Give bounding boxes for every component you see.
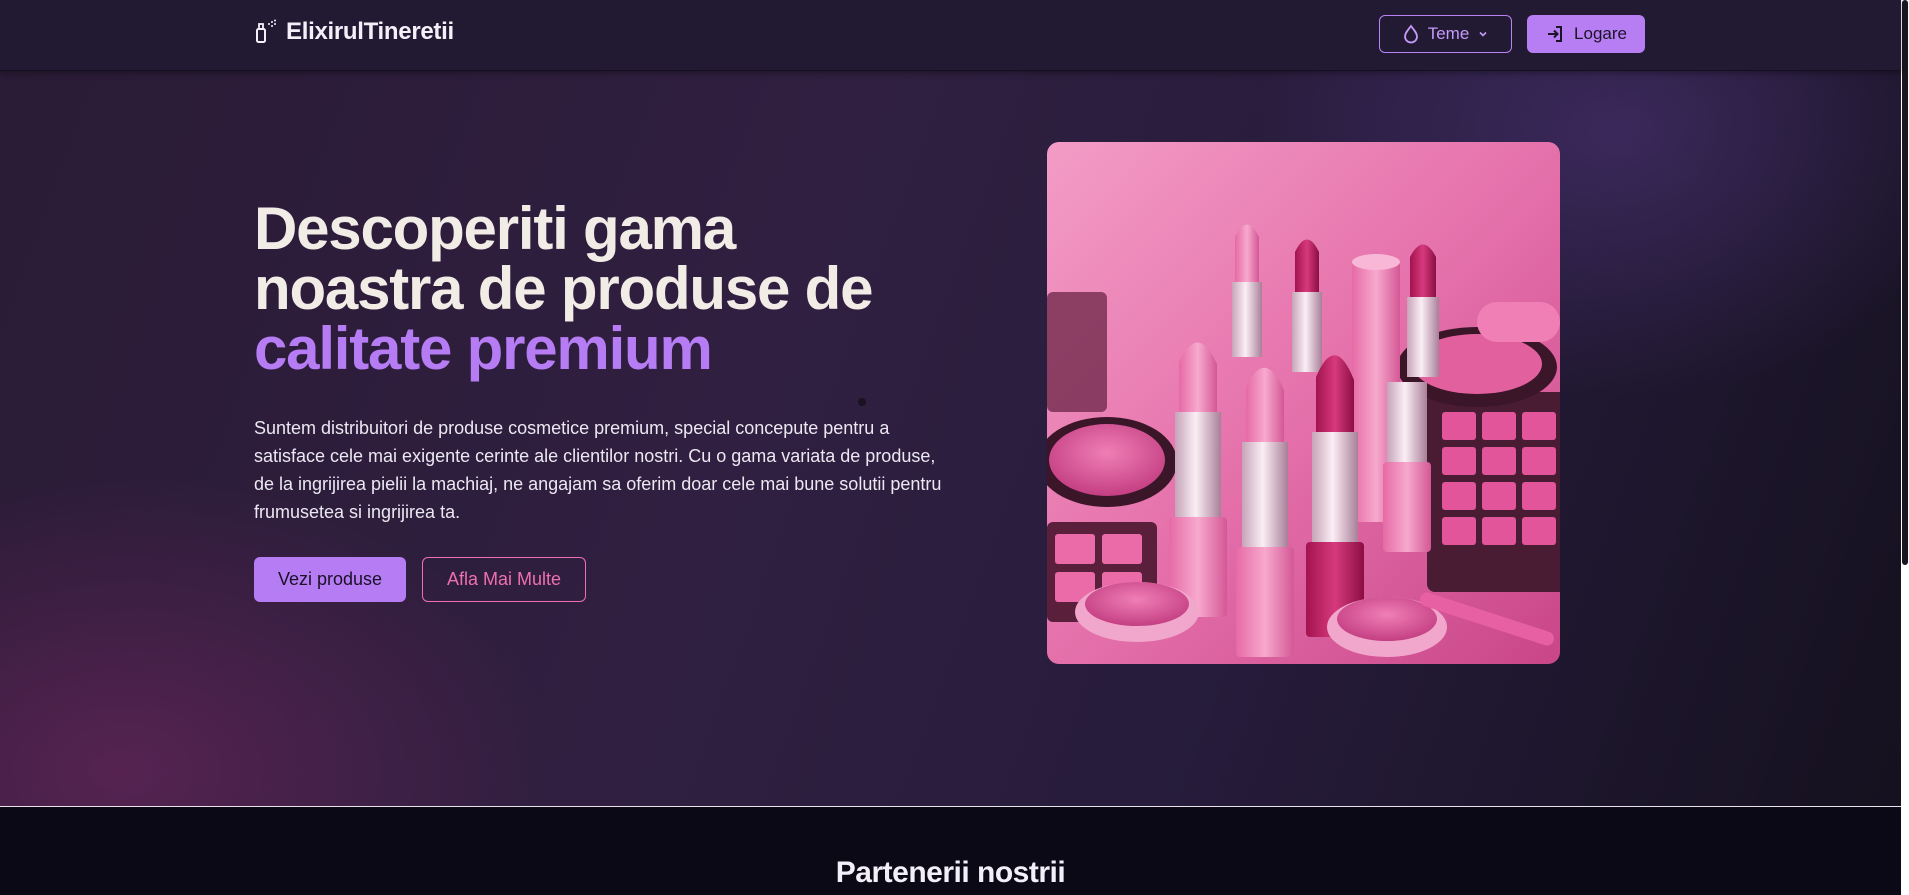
hero-title-line-2: noastra de produse de: [254, 255, 873, 322]
partners-title: Partenerii nostrii: [835, 856, 1066, 889]
learn-more-button[interactable]: Afla Mai Multe: [422, 557, 586, 602]
brand-logo-link[interactable]: ElixirulTineretii: [254, 18, 454, 46]
hero-product-image: [1047, 142, 1560, 664]
chevron-down-icon: [1479, 31, 1487, 37]
theme-button-label: Teme: [1427, 24, 1470, 43]
brand-name: ElixirulTineretii: [286, 18, 454, 45]
hero-section: Descoperiti gama noastra de produse de c…: [0, 71, 1901, 807]
theme-dropdown-button[interactable]: Teme: [1379, 15, 1512, 53]
spray-bottle-icon: [256, 19, 276, 43]
page-scrollbar[interactable]: [1901, 0, 1909, 895]
cursor-dot: [858, 398, 866, 406]
hero-title-line-1: Descoperiti gama: [254, 195, 736, 262]
login-button[interactable]: Logare: [1527, 15, 1645, 53]
login-button-label: Logare: [1574, 24, 1627, 43]
view-products-button[interactable]: Vezi produse: [254, 557, 406, 602]
hero-title-accent: calitate premium: [254, 315, 713, 382]
partners-section: Partenerii nostrii: [0, 808, 1901, 895]
site-header: ElixirulTineretii Teme Logare: [0, 0, 1901, 71]
hero-description: Suntem distribuitori de produse cosmetic…: [254, 418, 942, 522]
hero-title: Descoperiti gama noastra de produse de c…: [254, 199, 974, 379]
login-icon: [1548, 26, 1563, 42]
scrollbar-thumb[interactable]: [1902, 0, 1908, 565]
lipstick-cosmetics-illustration: [1047, 142, 1560, 664]
droplet-icon: [1403, 24, 1418, 44]
